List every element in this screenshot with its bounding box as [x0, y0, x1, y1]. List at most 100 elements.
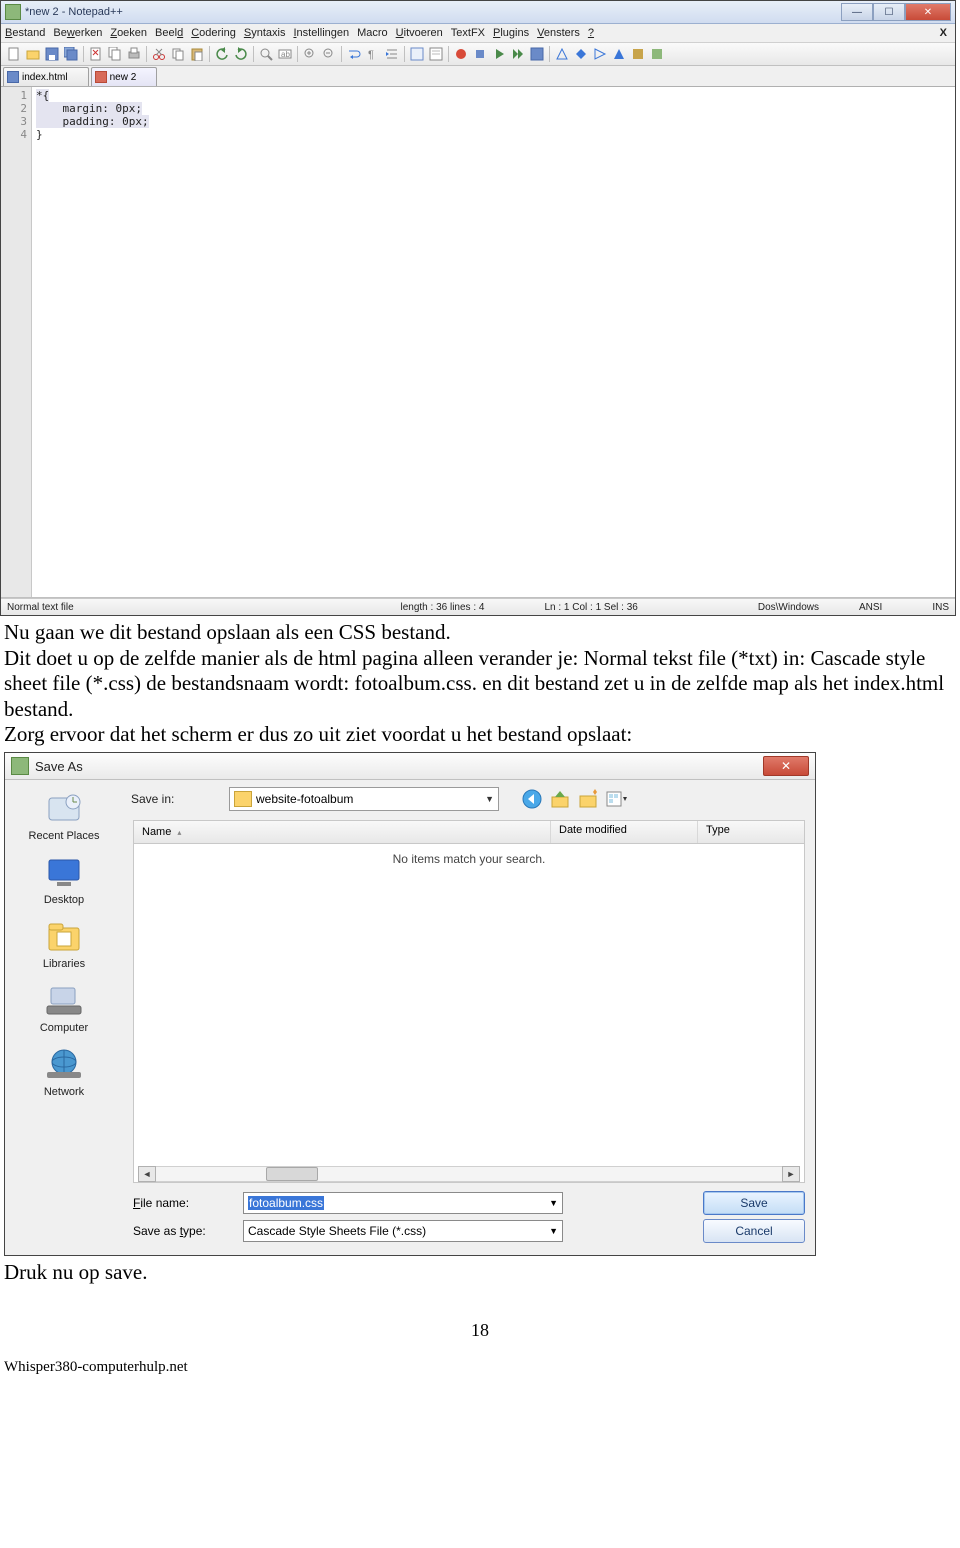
save-type-value: Cascade Style Sheets File (*.css): [248, 1224, 426, 1238]
statusbar: Normal text file length : 36 lines : 4 L…: [1, 598, 955, 615]
paragraph: Nu gaan we dit bestand opslaan als een C…: [4, 620, 954, 646]
new-folder-icon[interactable]: [577, 788, 599, 810]
cancel-button[interactable]: Cancel: [703, 1219, 805, 1243]
file-list[interactable]: No items match your search. ◄ ►: [133, 844, 805, 1183]
titlebar[interactable]: *new 2 - Notepad++ — ☐ ✕: [1, 1, 955, 24]
save-macro-icon[interactable]: [528, 45, 546, 63]
menu-bewerken[interactable]: Bewerken: [53, 27, 102, 39]
up-folder-icon[interactable]: [549, 788, 571, 810]
doc-map-icon[interactable]: [427, 45, 445, 63]
file-list-header[interactable]: Name▴ Date modified Type: [133, 820, 805, 844]
scroll-thumb[interactable]: [266, 1167, 318, 1181]
find-icon[interactable]: [257, 45, 275, 63]
show-all-icon[interactable]: ¶: [364, 45, 382, 63]
place-recent[interactable]: Recent Places: [29, 790, 100, 842]
minimize-button[interactable]: —: [841, 3, 873, 21]
column-date[interactable]: Date modified: [551, 821, 698, 843]
save-in-dropdown[interactable]: website-fotoalbum ▼: [229, 787, 499, 811]
menu-macro[interactable]: Macro: [357, 27, 388, 39]
func-list-icon[interactable]: [408, 45, 426, 63]
cut-icon[interactable]: [150, 45, 168, 63]
tab-new-2[interactable]: new 2: [91, 67, 158, 86]
open-icon[interactable]: [24, 45, 42, 63]
menu-codering[interactable]: Codering: [191, 27, 236, 39]
tab-index-html[interactable]: index.html: [3, 67, 89, 86]
tabstrip-close-icon[interactable]: X: [940, 27, 951, 39]
replace-icon[interactable]: ab: [276, 45, 294, 63]
save-type-dropdown[interactable]: Cascade Style Sheets File (*.css) ▼: [243, 1220, 563, 1242]
menu-plugins[interactable]: Plugins: [493, 27, 529, 39]
back-icon[interactable]: [521, 788, 543, 810]
file-unsaved-icon: [95, 71, 107, 83]
play-multi-icon[interactable]: [509, 45, 527, 63]
scroll-track[interactable]: [156, 1166, 782, 1182]
menu-vensters[interactable]: Vensters: [537, 27, 580, 39]
plugin-icon-6[interactable]: [648, 45, 666, 63]
chevron-down-icon[interactable]: ▼: [549, 1226, 558, 1236]
chevron-down-icon[interactable]: ▼: [549, 1198, 558, 1208]
menu-bestand[interactable]: Bestand: [5, 27, 45, 39]
horizontal-scrollbar[interactable]: ◄ ►: [138, 1166, 800, 1182]
place-libraries[interactable]: Libraries: [43, 918, 85, 970]
svg-text:¶: ¶: [368, 49, 374, 61]
column-type[interactable]: Type: [698, 821, 804, 843]
paste-icon[interactable]: [188, 45, 206, 63]
maximize-button[interactable]: ☐: [873, 3, 905, 21]
copy-icon[interactable]: [169, 45, 187, 63]
menu-beeld[interactable]: Beeld: [155, 27, 183, 39]
menu-syntaxis[interactable]: Syntaxis: [244, 27, 286, 39]
tabbar[interactable]: index.html new 2: [1, 66, 955, 87]
column-name[interactable]: Name▴: [134, 821, 551, 843]
record-macro-icon[interactable]: [452, 45, 470, 63]
filename-input[interactable]: fotoalbum.css ▼: [243, 1192, 563, 1214]
zoom-out-icon[interactable]: [320, 45, 338, 63]
toolbar[interactable]: ab ¶: [1, 43, 955, 66]
close-all-icon[interactable]: [106, 45, 124, 63]
chevron-down-icon: ▼: [485, 794, 494, 804]
plugin-icon-5[interactable]: [629, 45, 647, 63]
editor-area[interactable]: 1 2 3 4 *{ margin: 0px; padding: 0px; }: [1, 87, 955, 598]
redo-icon[interactable]: [232, 45, 250, 63]
save-button[interactable]: Save: [703, 1191, 805, 1215]
folder-icon: [234, 791, 252, 807]
tab-label: new 2: [110, 72, 137, 83]
place-computer[interactable]: Computer: [40, 982, 88, 1034]
save-all-icon[interactable]: [62, 45, 80, 63]
play-macro-icon[interactable]: [490, 45, 508, 63]
save-in-label: Save in:: [131, 792, 221, 806]
wordwrap-icon[interactable]: [345, 45, 363, 63]
menu-instellingen[interactable]: Instellingen: [293, 27, 349, 39]
undo-icon[interactable]: [213, 45, 231, 63]
menubar[interactable]: Bestand Bewerken Zoeken Beeld Codering S…: [1, 24, 955, 43]
scroll-left-icon[interactable]: ◄: [138, 1166, 156, 1182]
stop-macro-icon[interactable]: [471, 45, 489, 63]
view-menu-icon[interactable]: [605, 788, 627, 810]
indent-icon[interactable]: [383, 45, 401, 63]
menu-textfx[interactable]: TextFX: [451, 27, 485, 39]
line-num: 1: [1, 89, 27, 102]
instruction-text-after: Druk nu op save.: [0, 1256, 960, 1290]
paragraph: Dit doet u op de zelfde manier als de ht…: [4, 646, 954, 723]
place-network[interactable]: Network: [43, 1046, 85, 1098]
close-file-icon[interactable]: [87, 45, 105, 63]
menu-zoeken[interactable]: Zoeken: [110, 27, 147, 39]
new-icon[interactable]: [5, 45, 23, 63]
close-button[interactable]: ✕: [905, 3, 951, 21]
plugin-icon-3[interactable]: [591, 45, 609, 63]
save-icon[interactable]: [43, 45, 61, 63]
status-pos: Ln : 1 Col : 1 Sel : 36: [544, 602, 637, 613]
plugin-icon-1[interactable]: [553, 45, 571, 63]
place-desktop[interactable]: Desktop: [43, 854, 85, 906]
scroll-right-icon[interactable]: ►: [782, 1166, 800, 1182]
print-icon[interactable]: [125, 45, 143, 63]
notepadpp-window: *new 2 - Notepad++ — ☐ ✕ Bestand Bewerke…: [0, 0, 956, 616]
dialog-close-button[interactable]: ✕: [763, 756, 809, 776]
code-text[interactable]: *{ margin: 0px; padding: 0px; }: [32, 87, 955, 597]
line-gutter: 1 2 3 4: [1, 87, 32, 597]
menu-uitvoeren[interactable]: Uitvoeren: [396, 27, 443, 39]
plugin-icon-2[interactable]: [572, 45, 590, 63]
menu-help[interactable]: ?: [588, 27, 594, 39]
plugin-icon-4[interactable]: [610, 45, 628, 63]
dialog-titlebar[interactable]: Save As ✕: [5, 753, 815, 780]
zoom-in-icon[interactable]: [301, 45, 319, 63]
